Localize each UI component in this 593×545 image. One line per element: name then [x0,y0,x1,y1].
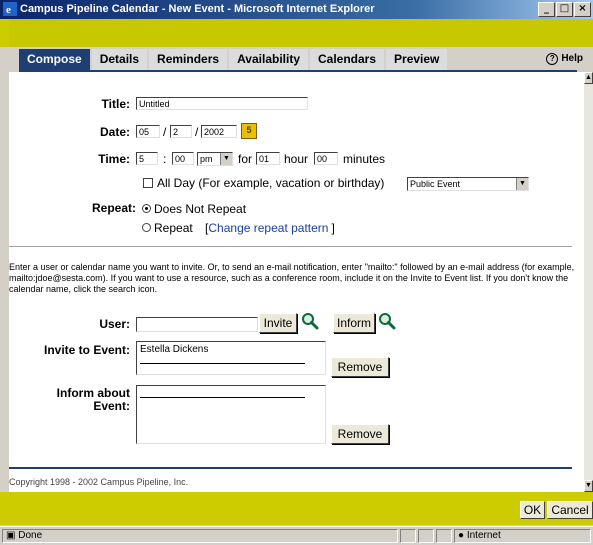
calendar-picker-icon[interactable]: 5 [241,123,257,139]
tab-preview[interactable]: Preview [386,49,448,70]
bracket-close: ] [331,221,335,235]
repeat-none-radio[interactable] [142,204,151,213]
section-divider [9,246,572,247]
user-label: User: [99,317,130,331]
scroll-up-arrow-icon[interactable]: ▲ [584,72,593,84]
date-year-input[interactable]: 2002 [201,125,237,138]
hour-text: hour [284,152,309,166]
chevron-down-icon: ▼ [516,178,528,190]
help-link[interactable]: ? Help [546,53,583,65]
close-button[interactable]: × [574,2,591,17]
invitee-list[interactable]: Estella Dickens [136,341,326,375]
title-input[interactable]: Untitled [136,97,308,110]
security-zone: Internet [466,530,501,541]
time-minute-input[interactable]: 00 [172,152,194,165]
security-zone-pane: ● Internet [454,529,591,543]
vertical-scrollbar[interactable]: ▲ ▼ [584,72,593,492]
user-input[interactable] [136,317,258,332]
title-label: Title: [101,97,130,111]
globe-icon: ● [458,530,465,541]
tab-bar: Compose Details Reminders Availability C… [19,49,449,70]
status-pane-empty [436,529,452,543]
event-type-value: Public Event [410,179,461,189]
invite-button[interactable]: Invite [259,313,297,333]
date-label: Date: [99,125,130,139]
inform-list[interactable] [136,385,326,444]
tab-calendars[interactable]: Calendars [310,49,385,70]
event-type-select[interactable]: Public Event ▼ [407,177,529,191]
header-band [0,19,593,47]
status-text: Done [18,530,43,541]
date-day-input[interactable]: 2 [170,125,192,138]
inform-about-label-line2: Event: [93,399,130,413]
svg-text:e: e [6,4,11,16]
help-icon: ? [546,53,559,65]
list-divider [140,397,305,398]
window-title-bar[interactable]: e Campus Pipeline Calendar - New Event -… [0,0,593,19]
maximize-button[interactable]: □ [556,2,573,17]
status-pane-empty [400,529,416,543]
time-label: Time: [98,152,130,166]
date-separator: / [163,125,167,139]
help-label: Help [561,53,583,64]
repeat-none-label: Does Not Repeat [154,202,247,216]
tab-availability[interactable]: Availability [229,49,308,70]
minimize-button[interactable]: _ [538,2,555,17]
page-done-icon: ▣ [6,530,16,541]
date-separator-2: / [195,125,199,139]
time-hour-input[interactable]: 5 [136,152,158,165]
chevron-down-icon: ▼ [220,153,232,165]
tab-compose[interactable]: Compose [19,49,90,70]
scroll-down-arrow-icon[interactable]: ▼ [584,480,593,492]
minutes-text: minutes [343,152,386,166]
repeat-option: Repeat [Change repeat pattern] [154,221,335,235]
repeat-label: Repeat: [91,201,136,215]
for-text: for [238,152,253,166]
invitee-item[interactable]: Estella Dickens [140,344,322,355]
ampm-value: pm [200,154,213,164]
inform-button[interactable]: Inform [333,313,375,333]
ok-button[interactable]: OK [520,501,545,519]
remove-invitee-button[interactable]: Remove [331,357,389,377]
list-divider [140,363,305,364]
internet-explorer-icon: e [3,2,17,16]
ampm-select[interactable]: pm ▼ [197,152,233,166]
tab-reminders[interactable]: Reminders [149,49,228,70]
status-pane-empty [418,529,434,543]
inform-about-event-label: Inform about Event: [20,387,130,413]
all-day-checkbox[interactable] [143,178,153,188]
repeat-radio[interactable] [142,223,151,232]
invite-instructions: Enter a user or calendar name you want t… [9,262,575,294]
footer-divider [9,467,572,469]
cancel-button[interactable]: Cancel [547,501,593,519]
search-icon[interactable] [301,312,319,330]
repeat-option-label: Repeat [154,221,193,235]
tab-details[interactable]: Details [91,49,148,70]
window-title: Campus Pipeline Calendar - New Event - M… [20,3,375,15]
invite-to-event-label: Invite to Event: [43,343,130,357]
date-month-input[interactable]: 05 [136,125,160,138]
copyright-text: Copyright 1998 - 2002 Campus Pipeline, I… [9,477,189,487]
action-band [0,492,593,525]
change-repeat-pattern-link[interactable]: Change repeat pattern [208,221,328,235]
remove-inform-button[interactable]: Remove [331,424,389,444]
status-text-pane: ▣ Done [2,529,398,543]
duration-hours-input[interactable]: 01 [256,152,280,165]
status-bar: ▣ Done ● Internet [0,526,593,545]
window-controls: _ □ × [537,2,591,17]
time-separator: : [163,152,167,166]
search-icon[interactable] [378,312,396,330]
duration-minutes-input[interactable]: 00 [314,152,338,165]
all-day-label: All Day (For example, vacation or birthd… [157,176,385,190]
